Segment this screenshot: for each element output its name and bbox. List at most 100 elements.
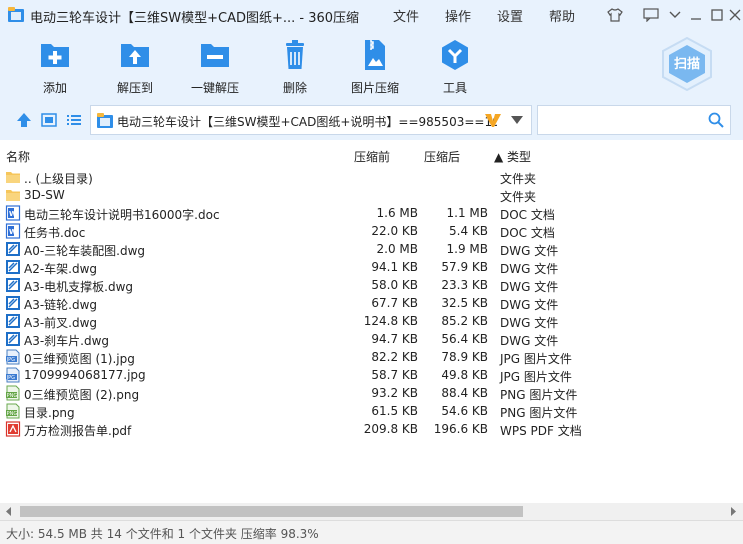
file-size-before: 94.1 KB: [371, 260, 418, 274]
add-button[interactable]: 添加: [20, 38, 90, 96]
delete-button[interactable]: 删除: [260, 38, 330, 96]
menu-file[interactable]: 文件: [393, 6, 419, 25]
file-type: 文件夹: [500, 190, 537, 204]
file-name: A3-前叉.dwg: [24, 316, 98, 330]
menu-dropdown-icon[interactable]: [664, 4, 686, 26]
doc-icon: W: [5, 223, 21, 239]
file-type: DWG 文件: [500, 262, 559, 276]
file-row[interactable]: JPG 0三维预览图 (1).jpg 82.2 KB 78.9 KB JPG 图片文件: [0, 348, 600, 366]
tools-label: 工具: [442, 81, 467, 95]
svg-text:JPG: JPG: [6, 357, 15, 363]
delete-label: 删除: [282, 81, 307, 95]
extract-to-label: 解压到: [116, 81, 153, 95]
file-name: 0三维预览图 (1).jpg: [24, 352, 135, 366]
tools-button[interactable]: 工具: [420, 38, 490, 96]
scroll-left-icon[interactable]: [4, 506, 14, 517]
dwg-icon: [5, 241, 21, 257]
file-row[interactable]: A0-三轮车装配图.dwg 2.0 MB 1.9 MB DWG 文件: [0, 240, 600, 258]
file-size-before: 58.0 KB: [371, 278, 418, 292]
file-row[interactable]: W 任务书.doc 22.0 KB 5.4 KB DOC 文档: [0, 222, 600, 240]
file-name: A0-三轮车装配图.dwg: [24, 244, 146, 258]
file-row[interactable]: 3D-SW 文件夹: [0, 186, 600, 204]
file-type: DWG 文件: [500, 316, 559, 330]
dwg-icon: [5, 277, 21, 293]
detail-view-icon[interactable]: [39, 110, 59, 130]
file-row[interactable]: A3-链轮.dwg 67.7 KB 32.5 KB DWG 文件: [0, 294, 600, 312]
file-type: DOC 文档: [500, 208, 555, 222]
file-size-before: 22.0 KB: [371, 224, 418, 238]
status-bar: 大小: 54.5 MB 共 14 个文件和 1 个文件夹 压缩率 98.3%: [0, 520, 743, 544]
extract-to-button[interactable]: 解压到: [100, 38, 170, 96]
file-row[interactable]: .. (上级目录) 文件夹: [0, 168, 600, 186]
file-name: 任务书.doc: [24, 226, 86, 240]
doc-icon: W: [5, 205, 21, 221]
add-icon: [41, 44, 69, 67]
column-type[interactable]: ▲ 类型: [494, 148, 531, 165]
file-name: 0三维预览图 (2).png: [24, 388, 140, 402]
file-row[interactable]: A3-电机支撑板.dwg 58.0 KB 23.3 KB DWG 文件: [0, 276, 600, 294]
file-row[interactable]: JPG 1709994068177.jpg 58.7 KB 49.8 KB JPG 图片…: [0, 366, 600, 384]
horizontal-scrollbar[interactable]: [0, 503, 743, 520]
feedback-icon[interactable]: [640, 4, 662, 26]
one-click-extract-button[interactable]: 一键解压: [180, 38, 250, 96]
file-name: A3-链轮.dwg: [24, 298, 98, 312]
favorite-v-icon[interactable]: [483, 110, 503, 130]
search-input[interactable]: [542, 110, 706, 132]
menu-operation[interactable]: 操作: [445, 6, 471, 25]
title-bar: 电动三轮车设计【三维SW模型+CAD图纸+... - 360压缩 文件 操作 设…: [0, 0, 743, 30]
up-arrow-icon[interactable]: [14, 110, 34, 130]
minimize-icon[interactable]: [685, 4, 707, 26]
file-list: 名称 压缩前 压缩后 ▲ 类型 .. (上级目录) 文件夹 3D-SW 文件夹 W 电动三…: [0, 140, 743, 520]
file-row[interactable]: A2-车架.dwg 94.1 KB 57.9 KB DWG 文件: [0, 258, 600, 276]
skin-shirt-icon[interactable]: [604, 4, 626, 26]
file-size-before: 82.2 KB: [371, 350, 418, 364]
image-compress-label: 图片压缩: [350, 81, 399, 95]
file-size-after: 56.4 KB: [441, 332, 488, 346]
close-icon[interactable]: [724, 4, 743, 26]
menu-help[interactable]: 帮助: [549, 6, 575, 25]
column-size-before[interactable]: 压缩前: [354, 148, 390, 165]
column-name[interactable]: 名称: [6, 148, 30, 165]
window-title: 电动三轮车设计【三维SW模型+CAD图纸+... - 360压缩: [30, 11, 360, 26]
svg-text:JPG: JPG: [6, 375, 15, 381]
image-compress-button[interactable]: 图片压缩: [340, 38, 410, 96]
file-name: A3-刹车片.dwg: [24, 334, 110, 348]
address-path: 电动三轮车设计【三维SW模型+CAD图纸+说明书】==985503==10: [117, 115, 497, 129]
file-row[interactable]: A3-前叉.dwg 124.8 KB 85.2 KB DWG 文件: [0, 312, 600, 330]
menu-settings[interactable]: 设置: [497, 6, 523, 25]
column-size-after[interactable]: 压缩后: [424, 148, 460, 165]
address-dropdown-icon[interactable]: [511, 116, 523, 124]
scan-button[interactable]: 扫描: [659, 36, 715, 92]
svg-text:W: W: [9, 228, 17, 236]
file-size-after: 5.4 KB: [449, 224, 488, 238]
file-size-before: 94.7 KB: [371, 332, 418, 346]
archive-icon: [97, 113, 113, 128]
search-box[interactable]: [537, 105, 731, 135]
file-row[interactable]: PNG 0三维预览图 (2).png 93.2 KB 88.4 KB PNG 图片文件: [0, 384, 600, 402]
scrollbar-thumb[interactable]: [20, 506, 523, 517]
trash-icon: [286, 40, 304, 69]
file-name: 3D-SW: [24, 188, 65, 202]
jpg-icon: JPG: [5, 367, 21, 383]
list-header: 名称 压缩前 压缩后 ▲ 类型: [0, 140, 743, 168]
navigation-bar: 电动三轮车设计【三维SW模型+CAD图纸+说明书】==985503==10: [0, 100, 743, 140]
file-name: A3-电机支撑板.dwg: [24, 280, 134, 294]
file-row[interactable]: A3-刹车片.dwg 94.7 KB 56.4 KB DWG 文件: [0, 330, 600, 348]
jpg-icon: JPG: [5, 349, 21, 365]
file-type: DWG 文件: [500, 280, 559, 294]
file-size-before: 93.2 KB: [371, 386, 418, 400]
search-icon[interactable]: [708, 112, 724, 128]
list-view-icon[interactable]: [64, 110, 84, 130]
file-type: JPG 图片文件: [500, 352, 572, 366]
scroll-right-icon[interactable]: [728, 506, 738, 517]
file-name: 目录.png: [24, 406, 75, 420]
file-row[interactable]: 万方检测报告单.pdf 209.8 KB 196.6 KB WPS PDF 文档: [0, 420, 600, 438]
file-row[interactable]: PNG 目录.png 61.5 KB 54.6 KB PNG 图片文件: [0, 402, 600, 420]
address-bar[interactable]: 电动三轮车设计【三维SW模型+CAD图纸+说明书】==985503==10: [90, 105, 532, 135]
file-type: DWG 文件: [500, 334, 559, 348]
file-size-before: 2.0 MB: [376, 242, 418, 256]
folder-icon: [5, 169, 21, 185]
svg-text:PNG: PNG: [7, 393, 18, 399]
png-icon: PNG: [5, 403, 21, 419]
file-row[interactable]: W 电动三轮车设计说明书16000字.doc 1.6 MB 1.1 MB DOC 文档: [0, 204, 600, 222]
